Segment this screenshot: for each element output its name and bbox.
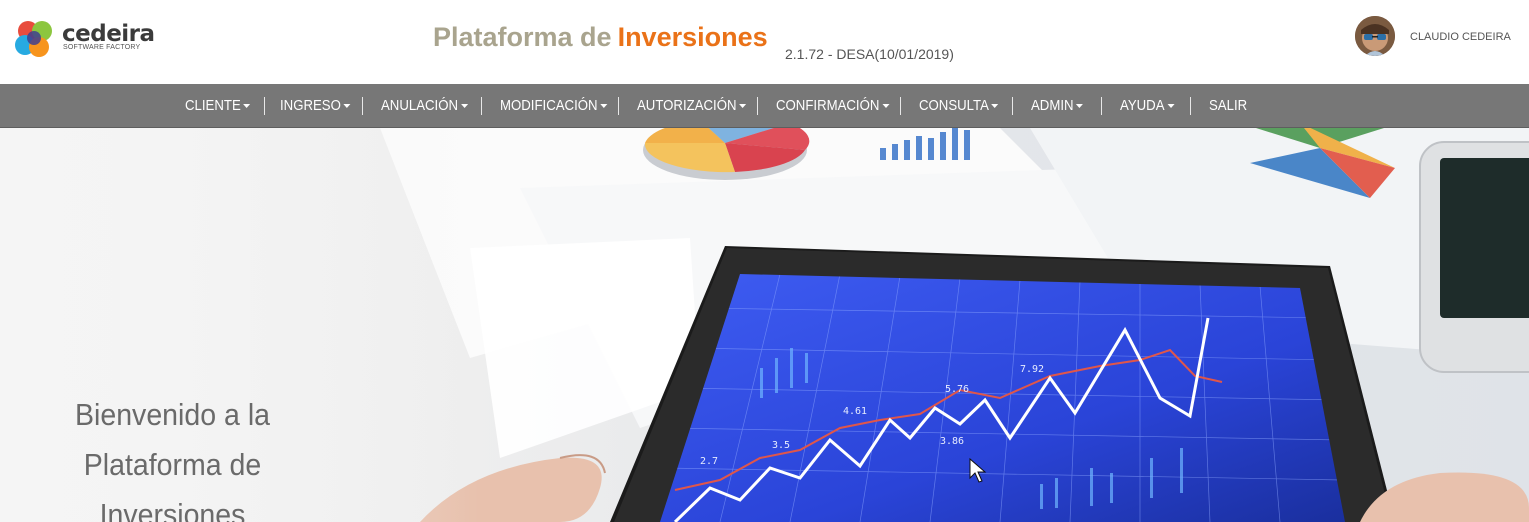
caret-down-icon bbox=[600, 104, 608, 109]
cedeira-logo-icon bbox=[15, 21, 52, 57]
nav-divider bbox=[618, 97, 619, 115]
nav-ayuda[interactable]: AYUDA bbox=[1120, 84, 1175, 127]
hero-banner: 2.7 3.5 4.61 5.76 3.86 7.92 Bienvenido a… bbox=[0, 128, 1529, 522]
nav-admin[interactable]: ADMIN bbox=[1031, 84, 1084, 127]
caret-down-icon bbox=[243, 104, 251, 109]
nav-label: SALIR bbox=[1209, 97, 1248, 114]
nav-ingreso[interactable]: INGRESO bbox=[280, 84, 351, 127]
header: cedeira SOFTWARE FACTORY Plataforma de In… bbox=[0, 0, 1529, 84]
caret-down-icon bbox=[1167, 104, 1175, 109]
nav-label: ANULACIÓN bbox=[381, 97, 459, 114]
nav-label: CLIENTE bbox=[185, 97, 241, 114]
main-nav: CLIENTE INGRESO ANULACIÓN MODIFICACIÓN A… bbox=[0, 84, 1529, 128]
brand-logo[interactable]: cedeira SOFTWARE FACTORY bbox=[14, 20, 155, 60]
title-part-1: Plataforma de bbox=[433, 22, 612, 52]
avatar[interactable] bbox=[1355, 16, 1395, 56]
caret-down-icon bbox=[882, 104, 890, 109]
nav-label: ADMIN bbox=[1031, 97, 1074, 114]
screen-label: 3.5 bbox=[772, 440, 790, 451]
screen-label: 5.76 bbox=[945, 384, 969, 395]
version-label: 2.1.72 - DESA(10/01/2019) bbox=[785, 46, 954, 62]
nav-divider bbox=[481, 97, 482, 115]
nav-label: CONSULTA bbox=[919, 97, 989, 114]
nav-confirmacion[interactable]: CONFIRMACIÓN bbox=[776, 84, 890, 127]
screen-label: 4.61 bbox=[843, 406, 867, 417]
nav-cliente[interactable]: CLIENTE bbox=[185, 84, 251, 127]
page-title: Plataforma de Inversiones bbox=[433, 22, 768, 53]
nav-label: INGRESO bbox=[280, 97, 341, 114]
welcome-line-1: Bienvenido a la bbox=[74, 397, 271, 432]
nav-consulta[interactable]: CONSULTA bbox=[919, 84, 999, 127]
nav-anulacion[interactable]: ANULACIÓN bbox=[381, 84, 468, 127]
caret-down-icon bbox=[343, 104, 351, 109]
nav-divider bbox=[1190, 97, 1191, 115]
nav-salir[interactable]: SALIR bbox=[1209, 84, 1247, 127]
nav-divider bbox=[1012, 97, 1013, 115]
user-name[interactable]: CLAUDIO CEDEIRA bbox=[1410, 31, 1511, 43]
caret-down-icon bbox=[739, 104, 747, 109]
nav-label: CONFIRMACIÓN bbox=[776, 97, 880, 114]
screen-label: 3.86 bbox=[940, 436, 964, 447]
nav-label: AYUDA bbox=[1120, 97, 1165, 114]
nav-divider bbox=[264, 97, 265, 115]
welcome-message: Bienvenido a la Plataforma de Inversione… bbox=[14, 390, 331, 522]
user-photo-icon bbox=[1355, 16, 1395, 56]
brand-subtitle: SOFTWARE FACTORY bbox=[63, 44, 141, 51]
nav-autorizacion[interactable]: AUTORIZACIÓN bbox=[637, 84, 747, 127]
screen-label: 2.7 bbox=[700, 456, 718, 467]
title-part-2: Inversiones bbox=[617, 22, 768, 52]
nav-divider bbox=[1101, 97, 1102, 115]
nav-label: MODIFICACIÓN bbox=[500, 97, 598, 114]
caret-down-icon bbox=[460, 104, 468, 109]
nav-divider bbox=[362, 97, 363, 115]
caret-down-icon bbox=[1076, 104, 1084, 109]
nav-modificacion[interactable]: MODIFICACIÓN bbox=[500, 84, 608, 127]
nav-divider bbox=[900, 97, 901, 115]
screen-label: 7.92 bbox=[1020, 364, 1044, 375]
welcome-line-2: Plataforma de Inversiones bbox=[83, 447, 262, 522]
nav-divider bbox=[757, 97, 758, 115]
caret-down-icon bbox=[991, 104, 999, 109]
nav-label: AUTORIZACIÓN bbox=[637, 97, 737, 114]
